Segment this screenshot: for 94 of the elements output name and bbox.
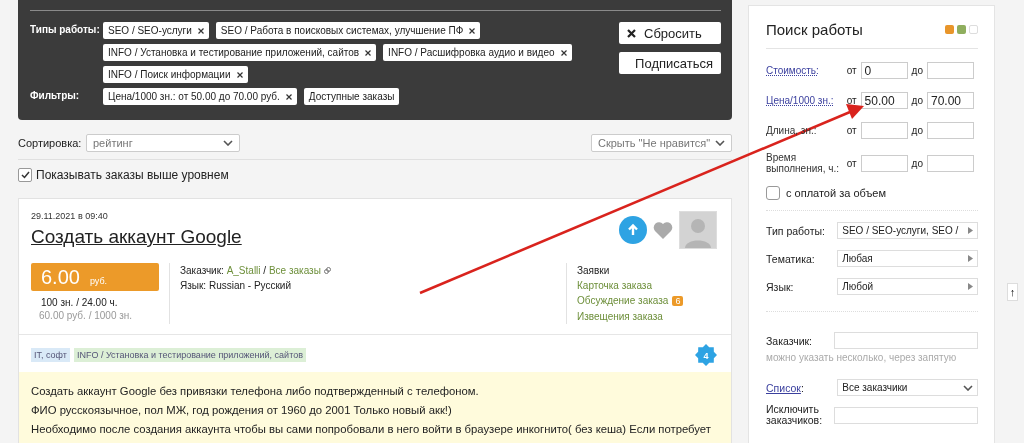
scroll-top-button[interactable]: ↑ (1007, 283, 1018, 301)
from-input[interactable] (860, 154, 908, 172)
remove-icon[interactable] (365, 49, 372, 56)
filter-tag[interactable]: INFO / Поиск информации (103, 66, 248, 83)
heart-icon[interactable] (653, 221, 673, 239)
list-suffix: : (800, 381, 804, 394)
checkbox[interactable] (766, 186, 780, 200)
from-label: от (846, 95, 857, 106)
triangle-right-icon (968, 255, 973, 262)
checkbox-label: с оплатой за объем (786, 187, 886, 199)
close-icon (627, 28, 636, 38)
filter-tag[interactable]: Цена/1000 зн.: от 50.00 до 70.00 руб. (103, 88, 297, 105)
order-title[interactable]: Создать аккаунт Google (31, 226, 242, 248)
order-link[interactable]: Извещения заказа (577, 311, 663, 322)
description-line: ФИО русскоязычное, пол МЖ, год рождения от 1960 до 2001 Только новый акк!) (31, 403, 453, 418)
triangle-right-icon (968, 283, 973, 290)
order-link[interactable]: Обсуждение заказа (577, 295, 669, 306)
category-tag[interactable]: IT, софт (31, 348, 70, 362)
to-label: до (911, 157, 923, 169)
customer-link[interactable]: A_Stalli (226, 265, 261, 276)
hint-text: можно указать несколько, через запятую (766, 352, 958, 363)
filter-tag[interactable]: INFO / Расшифровка аудио и видео (383, 44, 572, 61)
filter-label: Фильтры: (30, 89, 81, 103)
to-label: до (911, 125, 923, 136)
theme-swatch[interactable] (945, 24, 954, 34)
to-input[interactable] (927, 154, 974, 172)
customer-input[interactable] (834, 332, 978, 349)
checkbox[interactable] (18, 168, 32, 182)
theme-swatch[interactable] (969, 24, 978, 34)
range-label[interactable]: Цена/1000 зн.: (766, 95, 847, 106)
order-rate: 60.00 руб. / 1000 зн. (39, 310, 134, 321)
arrow-up-icon[interactable] (619, 216, 647, 244)
all-orders-link[interactable]: Все заказы (268, 265, 321, 276)
from-label: от (846, 125, 857, 136)
exclude-input[interactable] (834, 406, 978, 424)
subscribe-button[interactable]: Подписаться (619, 52, 721, 74)
remove-icon[interactable] (469, 27, 476, 34)
order-link[interactable]: Карточка заказа (577, 280, 653, 291)
range-label: Время выполнения, ч.: (766, 152, 841, 174)
filter-label: Типы работы: (30, 23, 101, 37)
filter-tag[interactable]: INFO / Установка и тестирование приложений, сайтов (103, 44, 377, 61)
from-label: от (846, 157, 857, 169)
remove-icon[interactable] (560, 49, 567, 56)
list-link[interactable]: Список (766, 381, 801, 394)
chevron-down-icon (223, 140, 233, 146)
to-input[interactable] (927, 122, 974, 139)
chevron-down-icon (715, 140, 725, 146)
filter-tag[interactable]: SEO / Работа в поисковых системах, улучшение ПФ (215, 22, 481, 39)
remove-icon[interactable] (285, 93, 292, 100)
panel-title: Поиск работы (766, 20, 863, 38)
select-field[interactable]: SEO / SEO-услуги, SEO / (837, 222, 978, 239)
remove-icon[interactable] (197, 27, 204, 34)
order-date: 29.11.2021 в 09:40 (31, 211, 109, 221)
bids-label: Заявки (577, 265, 610, 276)
description-line: Создать аккаунт Google без привязки телефона либо подтвержденный с телефоном. (31, 384, 480, 399)
select-label: Тип работы: (766, 224, 826, 237)
exclude-label: Исключить заказчиков: (766, 404, 824, 426)
order-language: Язык: Russian - Русский (180, 279, 293, 293)
select-label: Тематика: (766, 252, 816, 265)
level-badge: 4 (695, 344, 717, 366)
reset-button[interactable]: Сбросить (619, 22, 721, 44)
select-field[interactable]: Любой (837, 278, 978, 295)
from-input[interactable]: 50.00 (860, 92, 908, 109)
category-tag[interactable]: INFO / Установка и тестирование приложений, сайтов (73, 348, 306, 362)
triangle-right-icon (968, 227, 973, 234)
customer-label: Заказчик: (180, 265, 224, 276)
order-volume: 100 зн. / 24.00 ч. (41, 297, 119, 308)
description-line: Необходимо после создания аккаунта чтобы вы сами попробовали в него войти в браузере инкогнито( без кеша) Если потребует (31, 422, 712, 437)
customer-label: Заказчик: (766, 334, 814, 347)
price-badge: 6.00 руб. (31, 263, 159, 291)
from-input[interactable] (860, 122, 908, 139)
hide-select[interactable]: Скрыть "Не нравится" (591, 134, 732, 152)
from-label: от (846, 65, 857, 76)
sort-label: Сортировка: (18, 137, 83, 149)
sort-select[interactable]: рейтинг (86, 134, 240, 152)
from-input[interactable]: 0 (860, 62, 908, 79)
list-select[interactable]: Все заказчики (837, 379, 978, 396)
count-badge: 6 (672, 296, 684, 306)
avatar-placeholder (679, 211, 717, 249)
theme-swatch[interactable] (957, 24, 966, 34)
filter-tag[interactable]: SEO / SEO-услуги (103, 22, 209, 39)
to-label: до (911, 65, 923, 76)
filter-tag[interactable]: Доступные заказы (303, 88, 400, 105)
separator: / (263, 265, 267, 276)
select-label: Язык: (766, 280, 795, 293)
link-icon (323, 267, 331, 274)
to-input[interactable]: 70.00 (927, 92, 974, 109)
chevron-down-icon (963, 384, 973, 391)
select-field[interactable]: Любая (837, 250, 978, 267)
checkbox-label: Показывать заказы выше уровнем (36, 168, 229, 182)
range-label[interactable]: Стоимость: (766, 65, 847, 76)
to-input[interactable] (927, 62, 974, 79)
remove-icon[interactable] (236, 71, 243, 78)
to-label: до (911, 95, 923, 106)
